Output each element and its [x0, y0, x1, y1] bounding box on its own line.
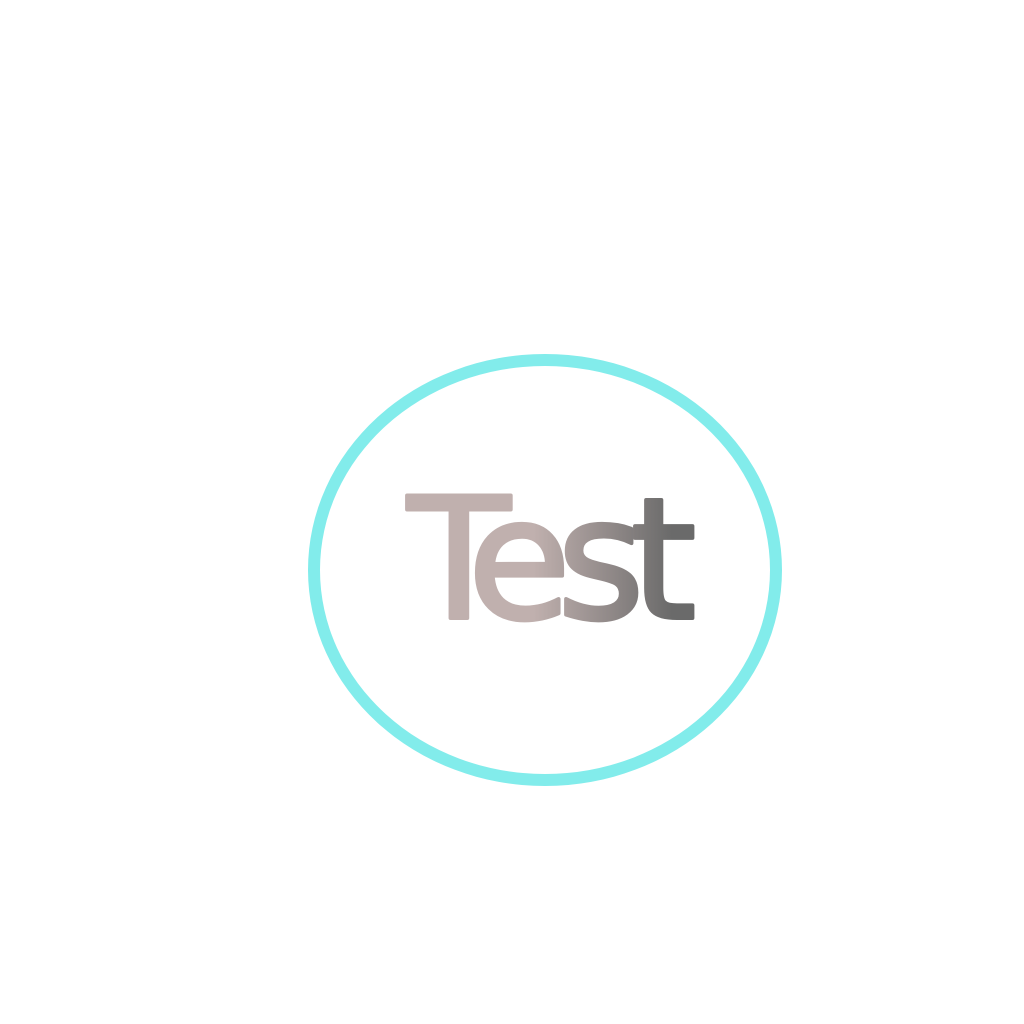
logo-canvas: Test — [0, 0, 1024, 1024]
logo-text: Test — [407, 462, 693, 658]
logo-graphic: Test — [405, 460, 709, 660]
